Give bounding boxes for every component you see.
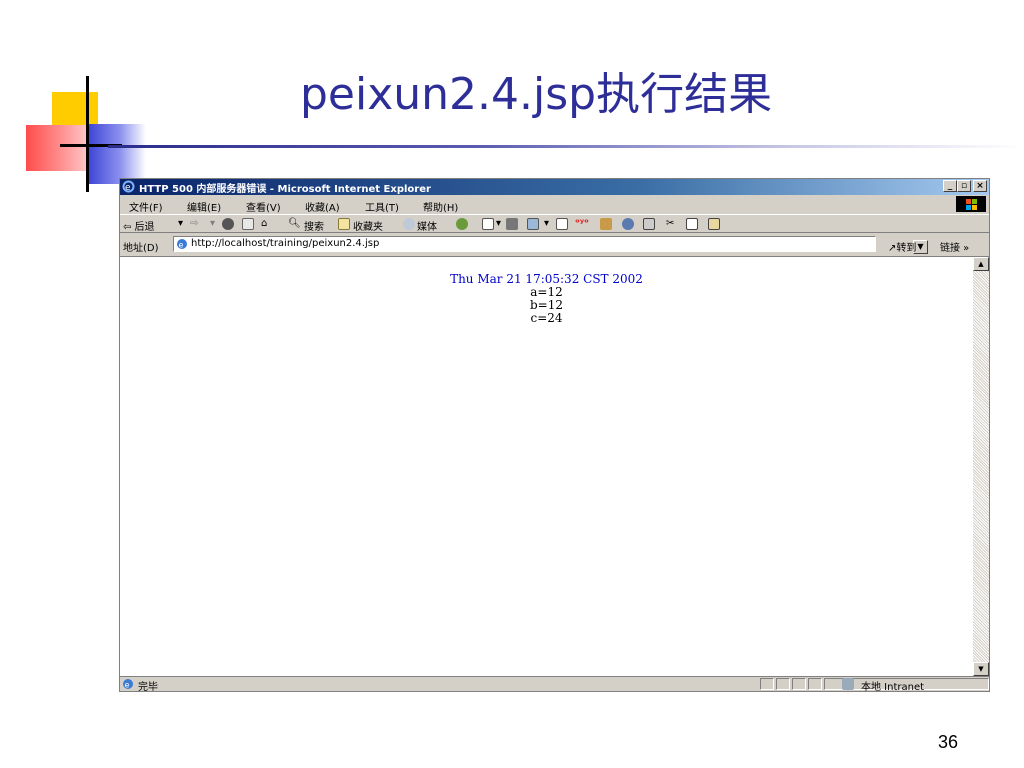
edit-icon[interactable] [527, 218, 539, 230]
home-icon[interactable]: ⌂ [261, 218, 267, 229]
search-icon[interactable]: 🔍︎ [288, 218, 301, 229]
menu-help[interactable]: 帮助(H) [423, 199, 458, 214]
standard-toolbar: ⇦ 后退 ▾ ⇨ ▾ ⌂ 🔍︎ 搜索 收藏夹 媒体 ▾ ▾ ᵒʸᵒ ✂ [120, 214, 989, 233]
mail-dropdown-icon[interactable]: ▾ [496, 218, 501, 229]
window-titlebar[interactable]: e HTTP 500 内部服务器错误 - Microsoft Internet … [120, 179, 989, 195]
edit-dropdown-icon[interactable]: ▾ [544, 218, 549, 229]
links-button[interactable]: 链接 » [940, 239, 969, 254]
discuss-icon[interactable] [556, 218, 568, 230]
back-dropdown-icon[interactable]: ▾ [178, 218, 183, 229]
messenger-icon[interactable]: ᵒʸᵒ [575, 218, 589, 229]
favorites-button[interactable]: 收藏夹 [353, 218, 383, 233]
page-ie-icon: e [177, 239, 187, 250]
menu-file[interactable]: 文件(F) [129, 199, 163, 214]
maximize-button[interactable]: ▫ [957, 180, 971, 192]
favorites-icon [338, 218, 350, 230]
status-page-icon: e [123, 679, 133, 690]
cut-icon[interactable]: ✂ [666, 218, 674, 229]
menu-favorites[interactable]: 收藏(A) [305, 199, 340, 214]
menu-edit[interactable]: 编辑(E) [187, 199, 221, 214]
windows-logo-icon [956, 196, 986, 212]
go-button[interactable]: ↗转到 [888, 239, 916, 254]
status-text: 完毕 [138, 682, 158, 693]
value-line-c: c=24 [530, 311, 563, 325]
page-number: 36 [938, 732, 959, 752]
address-label: 地址(D) [123, 243, 159, 254]
page-viewport: Thu Mar 21 17:05:32 CST 2002 a=12 b=12 c… [120, 256, 989, 676]
menu-bar: 文件(F) 编辑(E) 查看(V) 收藏(A) 工具(T) 帮助(H) [120, 196, 989, 214]
paste-icon[interactable] [708, 218, 720, 230]
mail-icon[interactable] [482, 218, 494, 230]
back-button[interactable]: ⇦ 后退 [123, 218, 155, 233]
svg-text:e: e [125, 183, 131, 193]
security-zone-text: 本地 Intranet [861, 682, 925, 693]
deco-blue-block [88, 124, 146, 184]
ie-logo-icon: e [122, 180, 135, 193]
forward-dropdown-icon[interactable]: ▾ [210, 218, 215, 229]
status-panel-3 [792, 678, 806, 690]
go-label: 转到 [896, 243, 917, 254]
slide-title: peixun2.4.jsp执行结果 [300, 69, 773, 120]
intranet-zone-icon [842, 678, 854, 690]
forward-button[interactable]: ⇨ [190, 218, 198, 229]
refresh-icon[interactable] [242, 218, 254, 230]
print-icon[interactable] [506, 218, 518, 230]
copy-icon[interactable] [686, 218, 698, 230]
address-url: http://localhost/training/peixun2.4.jsp [191, 238, 380, 249]
vertical-scrollbar[interactable] [973, 257, 989, 676]
svg-text:e: e [179, 241, 184, 250]
history-icon[interactable] [456, 218, 468, 230]
address-input[interactable]: e http://localhost/training/peixun2.4.js… [173, 236, 928, 254]
window-title: HTTP 500 内部服务器错误 - Microsoft Internet Ex… [139, 184, 431, 195]
svg-text:e: e [125, 681, 130, 690]
media-icon [403, 218, 415, 230]
deco-vertical-line [86, 76, 89, 192]
stop-icon[interactable] [222, 218, 234, 230]
status-bar: e 完毕 本地 Intranet [120, 676, 989, 693]
search-button[interactable]: 搜索 [304, 218, 324, 233]
status-panel-2 [776, 678, 790, 690]
status-panel-4 [808, 678, 822, 690]
browser-window: e HTTP 500 内部服务器错误 - Microsoft Internet … [119, 178, 990, 693]
window-icon[interactable] [643, 218, 655, 230]
title-underline-rule [108, 145, 1024, 148]
media-button[interactable]: 媒体 [417, 218, 437, 233]
chat-icon[interactable] [622, 218, 634, 230]
page-content: Thu Mar 21 17:05:32 CST 2002 a=12 b=12 c… [120, 273, 973, 325]
research-icon[interactable] [600, 218, 612, 230]
menu-tools[interactable]: 工具(T) [365, 199, 399, 214]
status-panel-1 [760, 678, 774, 690]
scroll-up-button[interactable]: ▲ [973, 257, 989, 271]
close-button[interactable]: × [973, 180, 987, 192]
menu-view[interactable]: 查看(V) [246, 199, 281, 214]
minimize-button[interactable]: _ [943, 180, 957, 192]
address-bar: 地址(D) e http://localhost/training/peixun… [120, 234, 989, 254]
scroll-down-button[interactable]: ▼ [973, 662, 989, 676]
